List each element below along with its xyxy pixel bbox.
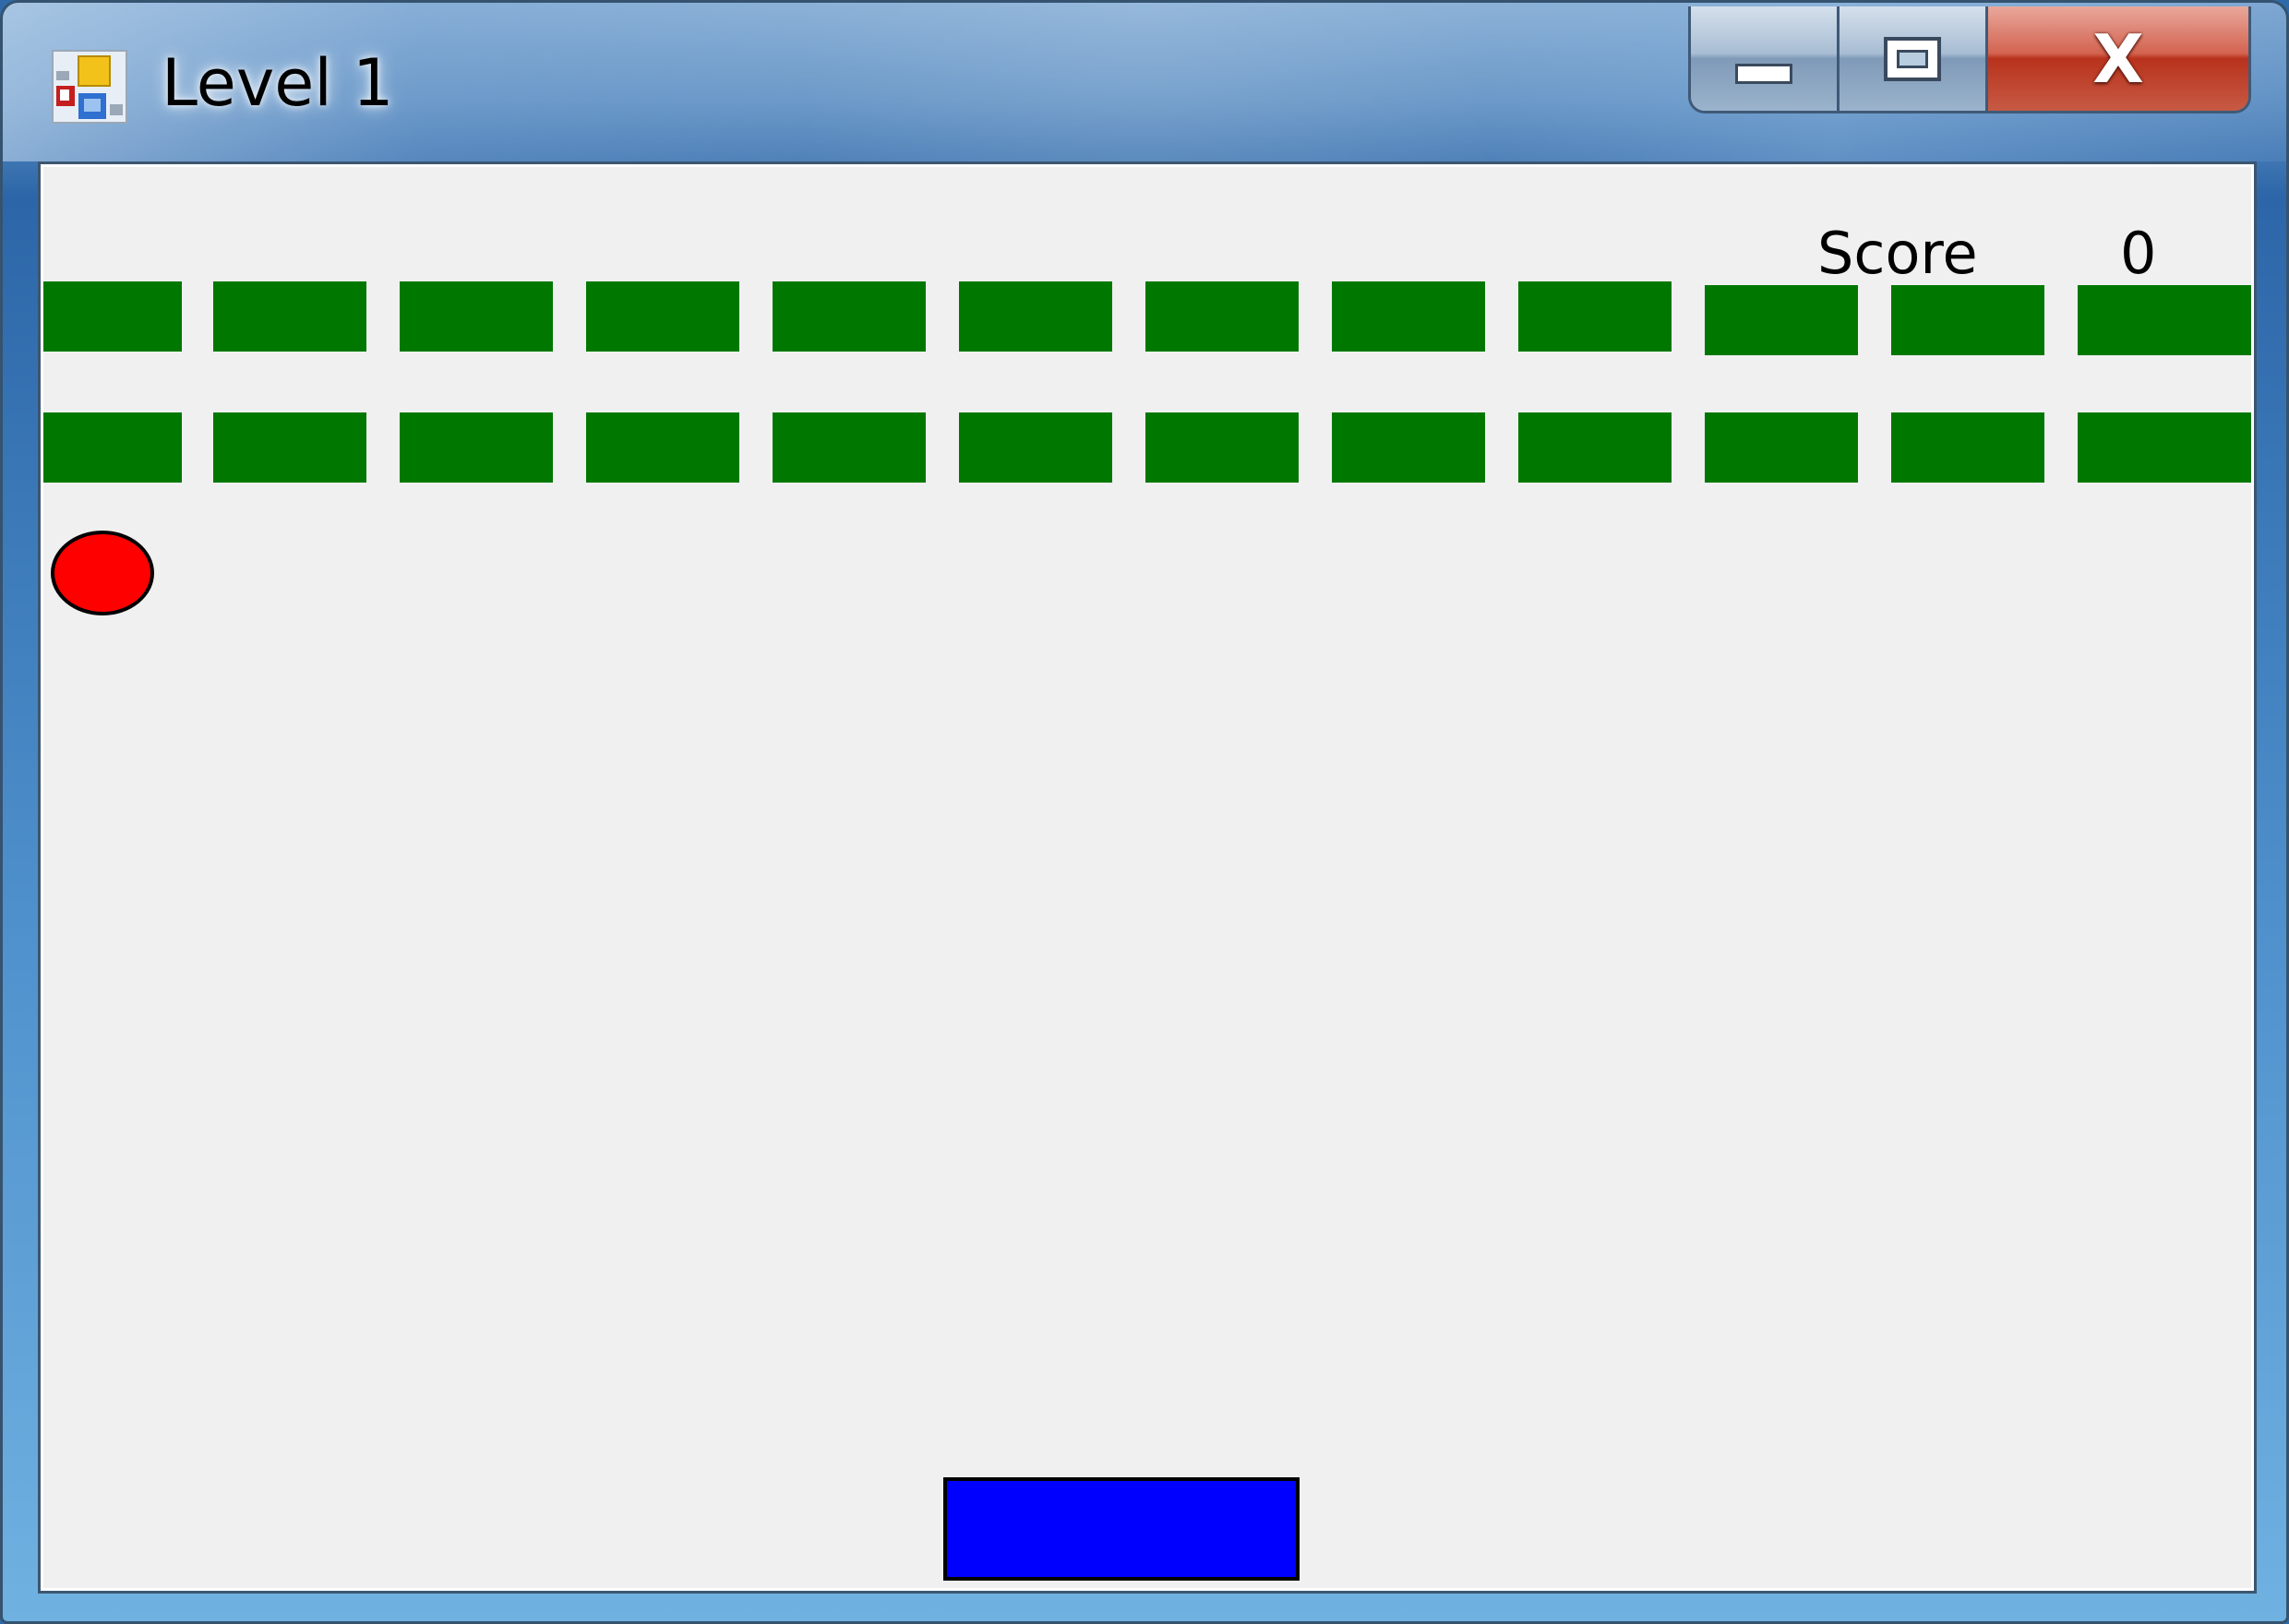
brick [43,281,182,352]
brick [1705,412,1858,483]
brick [959,281,1112,352]
window-title: Level 1 [162,45,394,121]
brick [773,281,926,352]
maximize-icon [1884,36,1941,81]
brick [959,412,1112,483]
title-bar[interactable]: Level 1 X [3,3,2286,161]
brick [1891,285,2044,355]
maximize-button[interactable] [1840,6,1988,111]
brick [1145,412,1299,483]
brick [43,412,182,483]
score-label: Score [1817,220,1978,287]
client-frame: Score 0 [38,161,2257,1594]
brick [400,412,553,483]
brick [2078,285,2251,355]
score-value: 0 [2120,220,2157,287]
brick [1518,281,1672,352]
paddle[interactable] [943,1477,1300,1581]
brick [586,281,739,352]
brick [213,412,366,483]
close-button[interactable]: X [1988,6,2248,111]
brick [400,281,553,352]
app-icon [52,50,127,124]
brick [1518,412,1672,483]
ball [51,531,154,615]
minimize-button[interactable] [1691,6,1840,111]
brick [213,281,366,352]
close-icon: X [2092,19,2144,98]
game-canvas[interactable]: Score 0 [43,167,2251,1588]
caption-buttons: X [1688,6,2251,113]
brick [1705,285,1858,355]
minimize-icon [1735,63,1792,84]
brick [773,412,926,483]
brick [586,412,739,483]
brick [2078,412,2251,483]
brick [1332,412,1485,483]
brick [1332,281,1485,352]
game-window: Level 1 X Score 0 [0,0,2289,1624]
brick [1145,281,1299,352]
brick [1891,412,2044,483]
